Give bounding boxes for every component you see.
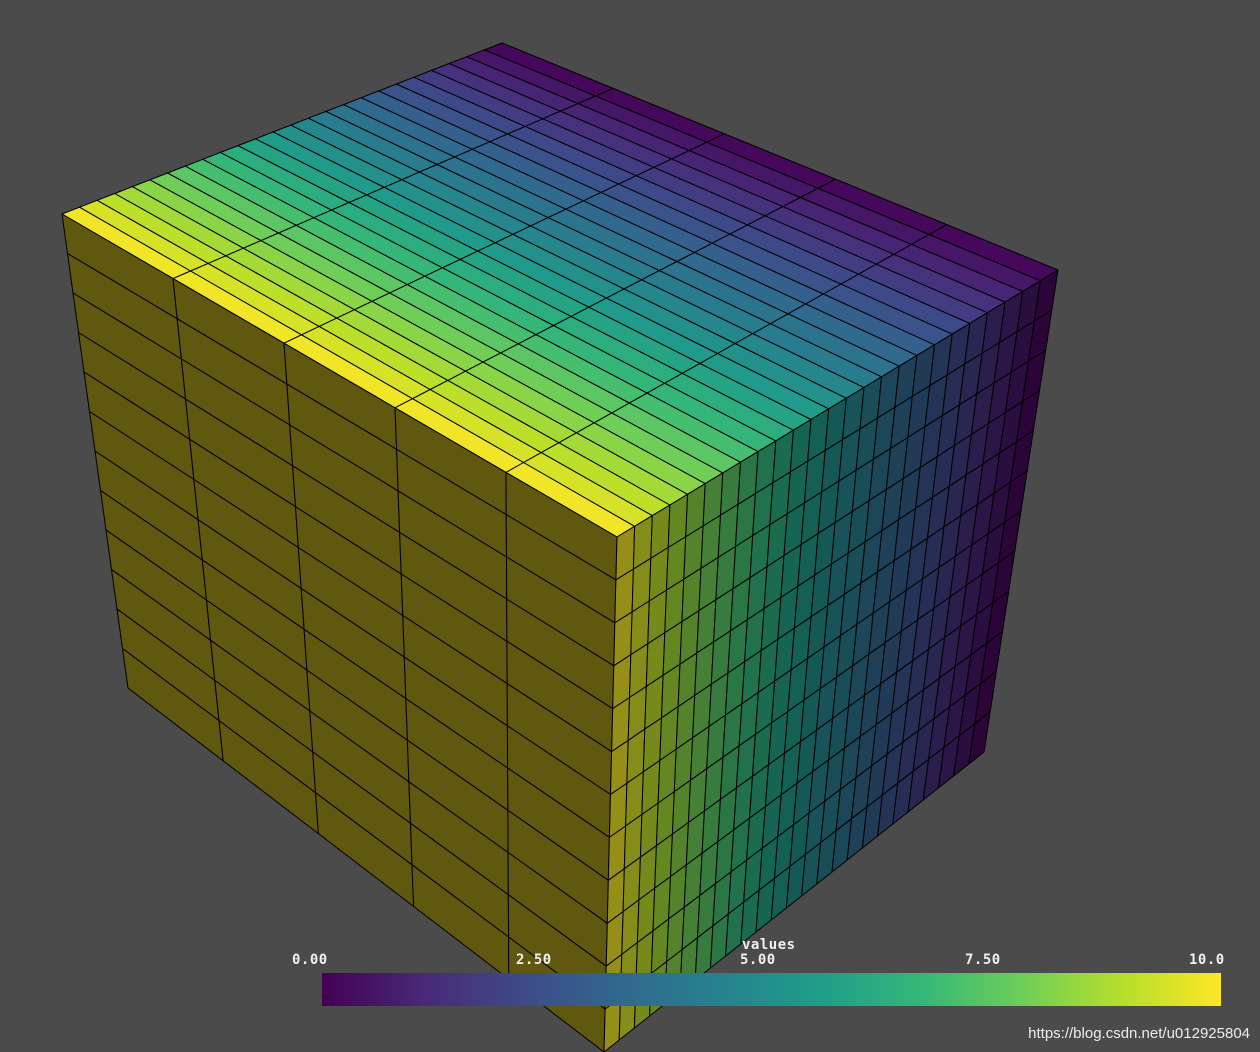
render-viewport[interactable]: values 0.00 2.50 5.00 7.50 10.0 https://…	[0, 0, 1260, 1052]
watermark-text: https://blog.csdn.net/u012925804	[1028, 1025, 1250, 1042]
mesh-scene[interactable]	[0, 0, 1260, 1052]
